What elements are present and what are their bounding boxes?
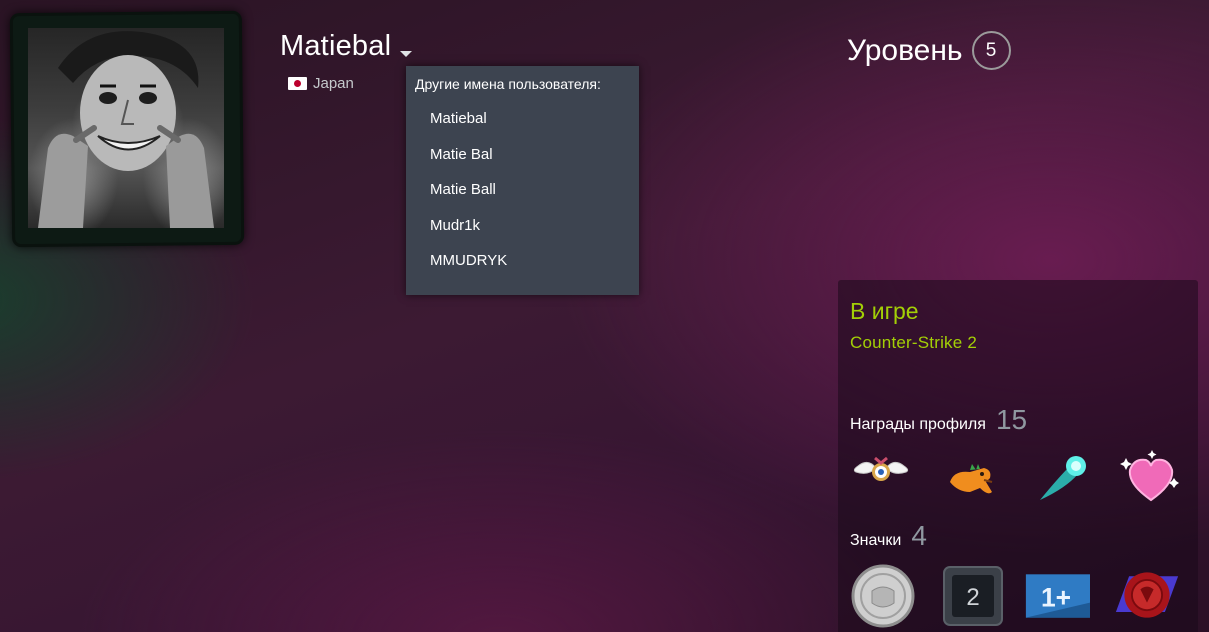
awards-row	[848, 448, 1188, 508]
badges-header[interactable]: Значки 4	[850, 520, 927, 552]
badges-label: Значки	[850, 532, 902, 549]
one-plus-text: 1+	[1041, 582, 1071, 612]
awards-header[interactable]: Награды профиля 15	[850, 404, 1027, 436]
awards-count: 15	[995, 404, 1028, 435]
heart-award-icon[interactable]	[1120, 448, 1182, 508]
years-badge-icon[interactable]: 2	[940, 563, 1006, 629]
awards-label: Награды профиля	[850, 416, 986, 433]
username-row: Matiebal	[280, 30, 413, 63]
one-plus-badge-icon[interactable]: 1+	[1024, 563, 1090, 629]
dinosaur-award-icon[interactable]	[940, 448, 1002, 508]
silver-coin-badge-icon[interactable]	[850, 563, 916, 629]
status-game[interactable]: Counter-Strike 2	[850, 333, 977, 353]
alias-item[interactable]: MMUDRYK	[430, 252, 507, 288]
alias-item[interactable]: Matie Bal	[430, 146, 507, 182]
country-name: Japan	[313, 75, 354, 92]
chevron-down-icon[interactable]	[400, 50, 413, 57]
avatar[interactable]	[28, 28, 224, 228]
badges-row: 2 1+	[848, 563, 1188, 632]
alias-list: Matiebal Matie Bal Matie Ball Mudr1k MMU…	[430, 110, 507, 288]
level-row: Уровень 5	[847, 31, 1011, 70]
winged-eye-award-icon[interactable]	[850, 448, 912, 508]
japan-flag-icon	[288, 77, 307, 90]
alias-item[interactable]: Mudr1k	[430, 217, 507, 253]
level-label: Уровень	[847, 33, 963, 67]
alias-item[interactable]: Matie Ball	[430, 181, 507, 217]
badges-count: 4	[911, 520, 927, 551]
status-title: В игре	[850, 298, 919, 324]
red-seal-badge-icon[interactable]	[1114, 563, 1180, 629]
level-badge[interactable]: 5	[971, 31, 1011, 70]
alias-item[interactable]: Matiebal	[430, 110, 507, 146]
alias-heading: Другие имена пользователя:	[415, 76, 601, 92]
profile-right-panel: В игре Counter-Strike 2 Награды профиля …	[838, 280, 1198, 632]
username: Matiebal	[280, 30, 392, 62]
comet-award-icon[interactable]	[1032, 448, 1094, 508]
alias-dropdown: Другие имена пользователя: Matiebal Mati…	[406, 66, 639, 295]
country-row: Japan	[288, 75, 354, 92]
years-badge-number: 2	[966, 584, 979, 611]
